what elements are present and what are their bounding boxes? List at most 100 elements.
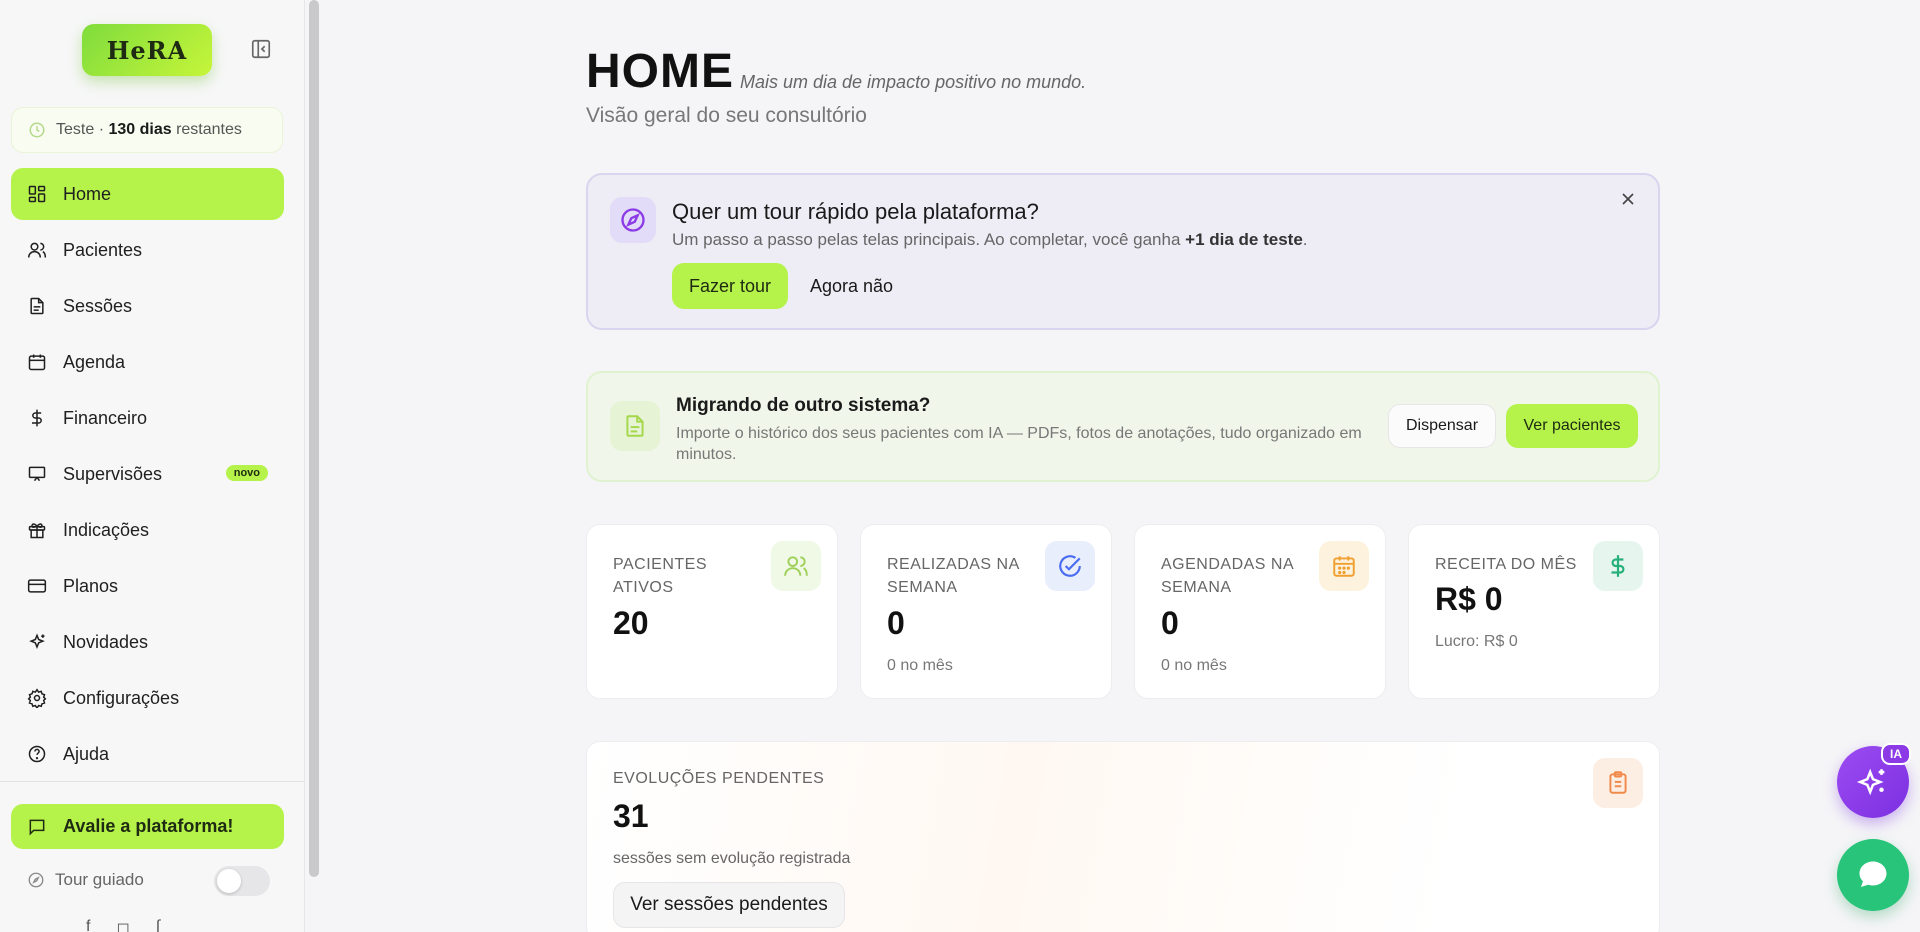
stat-card-scheduled-week[interactable]: AGENDADAS NA SEMANA 0 0 no mês [1134,524,1386,699]
sidebar-item-label: Planos [63,575,119,596]
dollar-icon [1593,541,1643,591]
clipboard-icon [1593,758,1643,808]
sidebar-item-financeiro[interactable]: Financeiro [11,392,284,444]
document-icon [30,297,44,315]
stat-label: PACIENTES ATIVOS [613,556,707,596]
chat-button[interactable] [1837,839,1909,911]
sidebar-item-label: Financeiro [63,407,148,428]
sidebar: HeRA Teste · 130 dias restantes Home Pac… [0,0,305,932]
evolutions-value: 31 [613,798,649,834]
facebook-icon[interactable]: f [86,918,90,932]
compass-icon [610,197,656,243]
ai-badge: IA [1881,743,1911,765]
sparkles-icon [1856,768,1885,796]
not-now-button[interactable]: Agora não [800,263,903,309]
evolutions-description: sessões sem evolução registrada [613,850,851,867]
sidebar-scrollbar[interactable] [309,0,319,877]
instagram-icon[interactable]: ◻ [116,918,129,932]
rate-platform-label: Avalie a plataforma! [63,816,234,836]
chat-bubble-icon [1859,861,1887,887]
presentation-icon [28,466,46,482]
sidebar-item-ajuda[interactable]: Ajuda [11,728,284,780]
sparkles-icon [29,633,45,650]
sidebar-item-pacientes[interactable]: Pacientes [11,224,284,276]
trial-banner: Teste · 130 dias restantes [11,107,283,153]
sidebar-item-label: Home [63,183,112,204]
tour-description: Um passo a passo pelas telas principais.… [672,230,1308,250]
view-pending-sessions-button[interactable]: Ver sessões pendentes [613,882,845,928]
stat-card-active-patients[interactable]: PACIENTES ATIVOS 20 [586,524,838,699]
tour-text-suffix: . [1302,230,1308,249]
stat-foot: Lucro: R$ 0 [1435,633,1518,650]
stat-card-sessions-week[interactable]: REALIZADAS NA SEMANA 0 0 no mês [860,524,1112,699]
close-icon[interactable] [1618,189,1638,209]
migration-description: Importe o histórico dos seus pacientes c… [676,425,1362,463]
stat-label: AGENDADAS NA SEMANA [1161,556,1294,596]
guided-tour-label: Tour guiado [55,870,144,889]
gear-icon [27,688,47,708]
stat-value: 0 [887,605,905,641]
users-icon [27,242,47,258]
ai-assistant-button[interactable]: IA [1837,743,1911,818]
sidebar-item-label: Sessões [63,295,133,316]
compass-icon [28,872,44,888]
sidebar-item-sessoes[interactable]: Sessões [11,280,284,332]
tour-text-bonus: +1 dia de teste [1185,230,1303,249]
stat-value: 0 [1161,605,1179,641]
trial-prefix: Teste · [56,121,105,138]
tour-card: Quer um tour rápido pela plataforma? Um … [586,173,1660,330]
sidebar-item-home[interactable]: Home [11,168,284,220]
sidebar-item-label: Indicações [63,519,150,540]
credit-card-icon [27,579,47,593]
evolutions-label: EVOLUÇÕES PENDENTES [613,770,825,787]
new-badge: novo [225,465,268,481]
migration-card: Migrando de outro sistema? Importe o his… [586,371,1660,482]
sidebar-item-novidades[interactable]: Novidades [11,616,284,668]
stat-value: 20 [613,605,649,641]
calendar-icon [28,354,46,371]
migration-title: Migrando de outro sistema? [676,395,931,416]
guided-tour-toggle[interactable] [214,866,270,896]
page-tagline: Mais um dia de impacto positivo no mundo… [740,72,1087,92]
link-icon[interactable]: ∫ [156,918,160,932]
rate-platform-button[interactable]: Avalie a plataforma! [11,804,284,849]
sidebar-item-label: Novidades [63,631,149,652]
sidebar-item-label: Configurações [63,687,180,708]
sidebar-item-configuracoes[interactable]: Configurações [11,672,284,724]
users-icon [771,541,821,591]
stat-foot: 0 no mês [887,657,953,674]
check-circle-icon [1045,541,1095,591]
sidebar-item-label: Pacientes [63,239,143,260]
guided-tour-row: Tour guiado [11,862,284,898]
trial-days: 130 dias [108,121,172,138]
sidebar-item-indicacoes[interactable]: Indicações [11,504,284,556]
stat-value: R$ 0 [1435,581,1503,617]
help-icon [28,745,46,763]
file-text-icon [610,401,660,451]
sidebar-item-label: Agenda [63,351,126,372]
stat-card-revenue-month[interactable]: RECEITA DO MÊS R$ 0 Lucro: R$ 0 [1408,524,1660,699]
page-title: HOME [586,45,734,98]
dollar-icon [32,409,42,427]
view-patients-button[interactable]: Ver pacientes [1506,404,1638,448]
sidebar-item-agenda[interactable]: Agenda [11,336,284,388]
start-tour-button[interactable]: Fazer tour [672,263,788,309]
sidebar-item-planos[interactable]: Planos [11,560,284,612]
grid-icon [28,185,46,203]
trial-suffix: restantes [176,121,242,138]
sidebar-item-supervisoes[interactable]: Supervisões novo [11,448,284,500]
sidebar-item-label: Supervisões [63,463,163,484]
calendar-icon [1319,541,1369,591]
stat-foot: 0 no mês [1161,657,1227,674]
clock-icon [29,122,45,138]
dismiss-button[interactable]: Dispensar [1388,404,1496,448]
stat-label: RECEITA DO MÊS [1435,556,1577,573]
sidebar-item-label: Ajuda [63,743,110,764]
logo[interactable]: HeRA [82,24,212,76]
collapse-sidebar-icon[interactable] [250,38,272,60]
message-square-icon [29,819,45,835]
sidebar-divider [0,781,305,782]
tour-text-prefix: Um passo a passo pelas telas principais.… [672,230,1181,249]
page-subtitle: Visão geral do seu consultório [586,104,867,127]
tour-title: Quer um tour rápido pela plataforma? [672,199,1039,224]
